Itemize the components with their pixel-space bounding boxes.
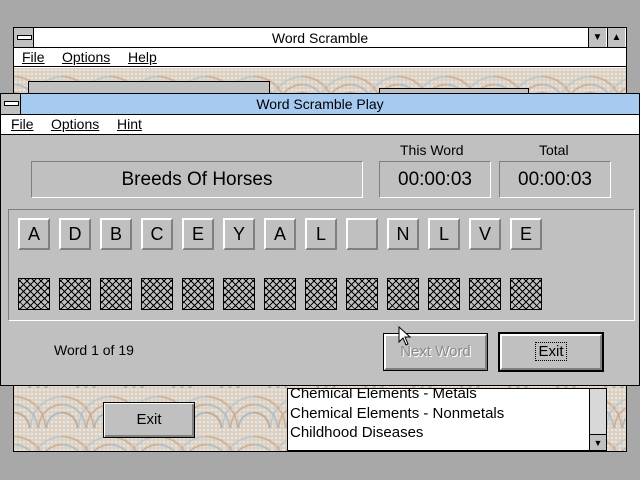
letter-board: ADBCEYALNLVE [8,209,635,321]
letter-tile[interactable]: E [510,218,542,250]
menu-options[interactable]: Options [51,116,99,132]
letter-tile[interactable] [346,218,378,250]
menu-options-label: Options [62,49,111,65]
answer-slot[interactable] [346,278,378,310]
menu-help[interactable]: Help [128,49,157,65]
play-window-title: Word Scramble Play [256,96,384,112]
menu-file-label: File [22,49,45,65]
this-word-timer: 00:00:03 [379,161,491,198]
answer-slot[interactable] [223,278,255,310]
answer-slot[interactable] [100,278,132,310]
letter-tile[interactable]: E [182,218,214,250]
total-timer: 00:00:03 [499,161,611,198]
play-title-bar[interactable]: Word Scramble Play [1,94,639,115]
answer-slot[interactable] [59,278,91,310]
main-exit-button[interactable]: Exit [103,402,195,438]
this-word-label: This Word [400,142,464,158]
exit-button[interactable]: Exit [498,332,604,372]
answer-slot[interactable] [264,278,296,310]
word-progress: Word 1 of 19 [54,342,134,358]
answer-slot[interactable] [387,278,419,310]
list-item[interactable]: Childhood Diseases [290,424,423,441]
menu-file[interactable]: File [22,49,45,65]
answer-slot[interactable] [182,278,214,310]
answer-slot[interactable] [510,278,542,310]
letter-tile[interactable]: Y [223,218,255,250]
main-exit-label: Exit [136,411,162,428]
answer-slot[interactable] [141,278,173,310]
list-item[interactable]: Chemical Elements - Nonmetals [290,405,504,422]
menu-file[interactable]: File [11,116,34,132]
letter-tile[interactable]: C [141,218,173,250]
answer-slot[interactable] [469,278,501,310]
exit-label: Exit [535,342,567,361]
letter-tile[interactable]: D [59,218,91,250]
letter-tile[interactable]: V [469,218,501,250]
answer-slot[interactable] [428,278,460,310]
answer-slot[interactable] [305,278,337,310]
menu-file-label: File [11,116,34,132]
listbox-scrollbar[interactable]: ▼ [589,389,606,450]
main-menu-bar: File Options Help [14,48,626,67]
scroll-down-arrow-icon[interactable]: ▼ [590,434,606,450]
menu-options[interactable]: Options [62,49,110,65]
category-listbox[interactable]: Chemical Elements - Metals Chemical Elem… [287,388,607,451]
main-window-title: Word Scramble [271,30,369,46]
main-title-bar[interactable]: Word Scramble ▼ ▲ [14,28,626,48]
list-item[interactable]: Chemical Elements - Metals [290,389,477,402]
menu-options-label: Options [51,116,100,132]
menu-hint-label: Hint [117,116,142,132]
play-menu-bar: File Options Hint [1,115,639,135]
word-scramble-play-window: Word Scramble Play File Options Hint Bre… [0,93,640,386]
letter-tile[interactable]: B [100,218,132,250]
minimize-arrow-icon[interactable]: ▼ [588,28,606,47]
mouse-pointer-icon [398,326,412,346]
menu-help-label: Help [128,49,157,65]
letter-tile[interactable]: A [18,218,50,250]
letter-tile[interactable]: A [264,218,296,250]
menu-hint[interactable]: Hint [117,116,142,132]
answer-slot[interactable] [18,278,50,310]
maximize-arrow-icon[interactable]: ▲ [607,28,625,47]
letter-tile[interactable]: N [387,218,419,250]
total-label: Total [539,142,569,158]
letter-tile[interactable]: L [305,218,337,250]
category-display: Breeds Of Horses [31,161,363,198]
letter-tile[interactable]: L [428,218,460,250]
